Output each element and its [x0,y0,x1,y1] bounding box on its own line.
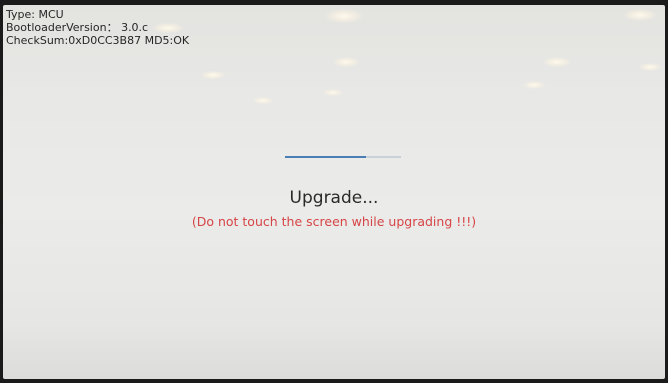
ceiling-light-reflection [325,9,363,23]
ceiling-light-reflection [623,9,657,21]
bootloader-version-text: BootloaderVersion： 3.0.c [6,21,149,34]
upgrade-progress-fill [285,156,367,158]
device-info-panel: Type: MCU BootloaderVersion： 3.0.c Check… [6,8,189,47]
ceiling-light-reflection [333,57,359,67]
ceiling-light-reflection [201,71,225,79]
upgrade-progress-bar [285,156,401,158]
ceiling-light-reflection [253,97,273,104]
device-photo-frame: Type: MCU BootloaderVersion： 3.0.c Check… [0,0,668,383]
ceiling-light-reflection [639,63,661,71]
ceiling-light-reflection [543,57,571,67]
upgrade-screen: Type: MCU BootloaderVersion： 3.0.c Check… [3,5,665,379]
upgrade-status-title: Upgrade... [289,188,379,208]
checksum-text: CheckSum:0xD0CC3B87 MD5:OK [6,34,190,47]
upgrade-warning-text: (Do not touch the screen while upgrading… [191,214,477,229]
ceiling-light-reflection [523,81,545,89]
device-type-text: Type: MCU [6,8,64,21]
ceiling-light-reflection [323,89,343,96]
